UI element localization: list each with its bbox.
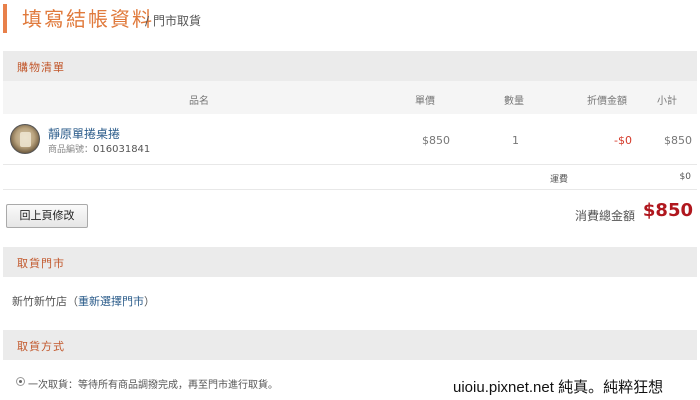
breadcrumb-current: 門市取貨 <box>153 14 202 28</box>
watermark-text: uioiu.pixnet.net 純真。純粹狂想 <box>450 376 667 397</box>
cart-section-title: 購物清單 <box>17 61 65 74</box>
shipping-value: $0 <box>679 172 691 182</box>
paren-open: （ <box>67 295 78 308</box>
cart-table-header: 品名 單價 數量 折價金額 小計 <box>3 81 697 114</box>
product-code-value: 016031841 <box>93 144 151 155</box>
total-label: 消費總金額 <box>575 209 636 223</box>
pickup-option-label[interactable]: 一次取貨：等待所有商品調撥完成，再至門市進行取貨。 <box>28 376 278 391</box>
reselect-store-link[interactable]: 重新選擇門市 <box>78 295 144 308</box>
page-header: 填寫結帳資料 / 門市取貨 <box>0 0 700 44</box>
item-subtotal: $850 <box>664 134 692 147</box>
store-section-header: 取貨門市 <box>3 247 697 277</box>
page-title: 填寫結帳資料 <box>22 7 154 31</box>
column-header-qty: 數量 <box>504 96 524 107</box>
column-header-price: 單價 <box>415 96 435 107</box>
shipping-label: 運費 <box>550 175 569 185</box>
breadcrumb-separator: / <box>145 14 150 28</box>
item-qty: 1 <box>512 134 519 147</box>
back-to-edit-button[interactable]: 回上頁修改 <box>6 204 88 228</box>
total-value: $850 <box>642 200 693 221</box>
pickup-section-header: 取貨方式 <box>3 330 697 360</box>
product-code-label: 商品編號： <box>48 145 94 155</box>
product-name-link[interactable]: 靜原單捲桌捲 <box>48 125 120 142</box>
store-section-title: 取貨門市 <box>17 257 65 270</box>
pickup-option-radio[interactable] <box>16 377 25 386</box>
column-header-subtotal: 小計 <box>657 96 677 107</box>
product-code: 商品編號：016031841 <box>48 142 150 155</box>
header-accent-bar <box>3 4 7 33</box>
product-thumbnail[interactable] <box>10 124 40 154</box>
paren-close: ） <box>144 295 155 308</box>
column-header-name: 品名 <box>189 96 209 107</box>
pickup-section-title: 取貨方式 <box>17 340 65 353</box>
column-header-discount: 折價金額 <box>587 96 627 107</box>
table-row: 靜原單捲桌捲 商品編號：016031841 $850 1 -$0 $850 <box>3 115 697 165</box>
cart-section-header: 購物清單 <box>3 51 697 81</box>
shipping-row: 運費 $0 <box>3 166 697 190</box>
pickup-store-line: 新竹新竹店（重新選擇門市） <box>12 293 155 309</box>
item-price: $850 <box>422 134 450 147</box>
store-name: 新竹新竹店 <box>12 295 67 308</box>
item-discount: -$0 <box>614 134 632 147</box>
breadcrumb: / 門市取貨 <box>145 12 201 30</box>
